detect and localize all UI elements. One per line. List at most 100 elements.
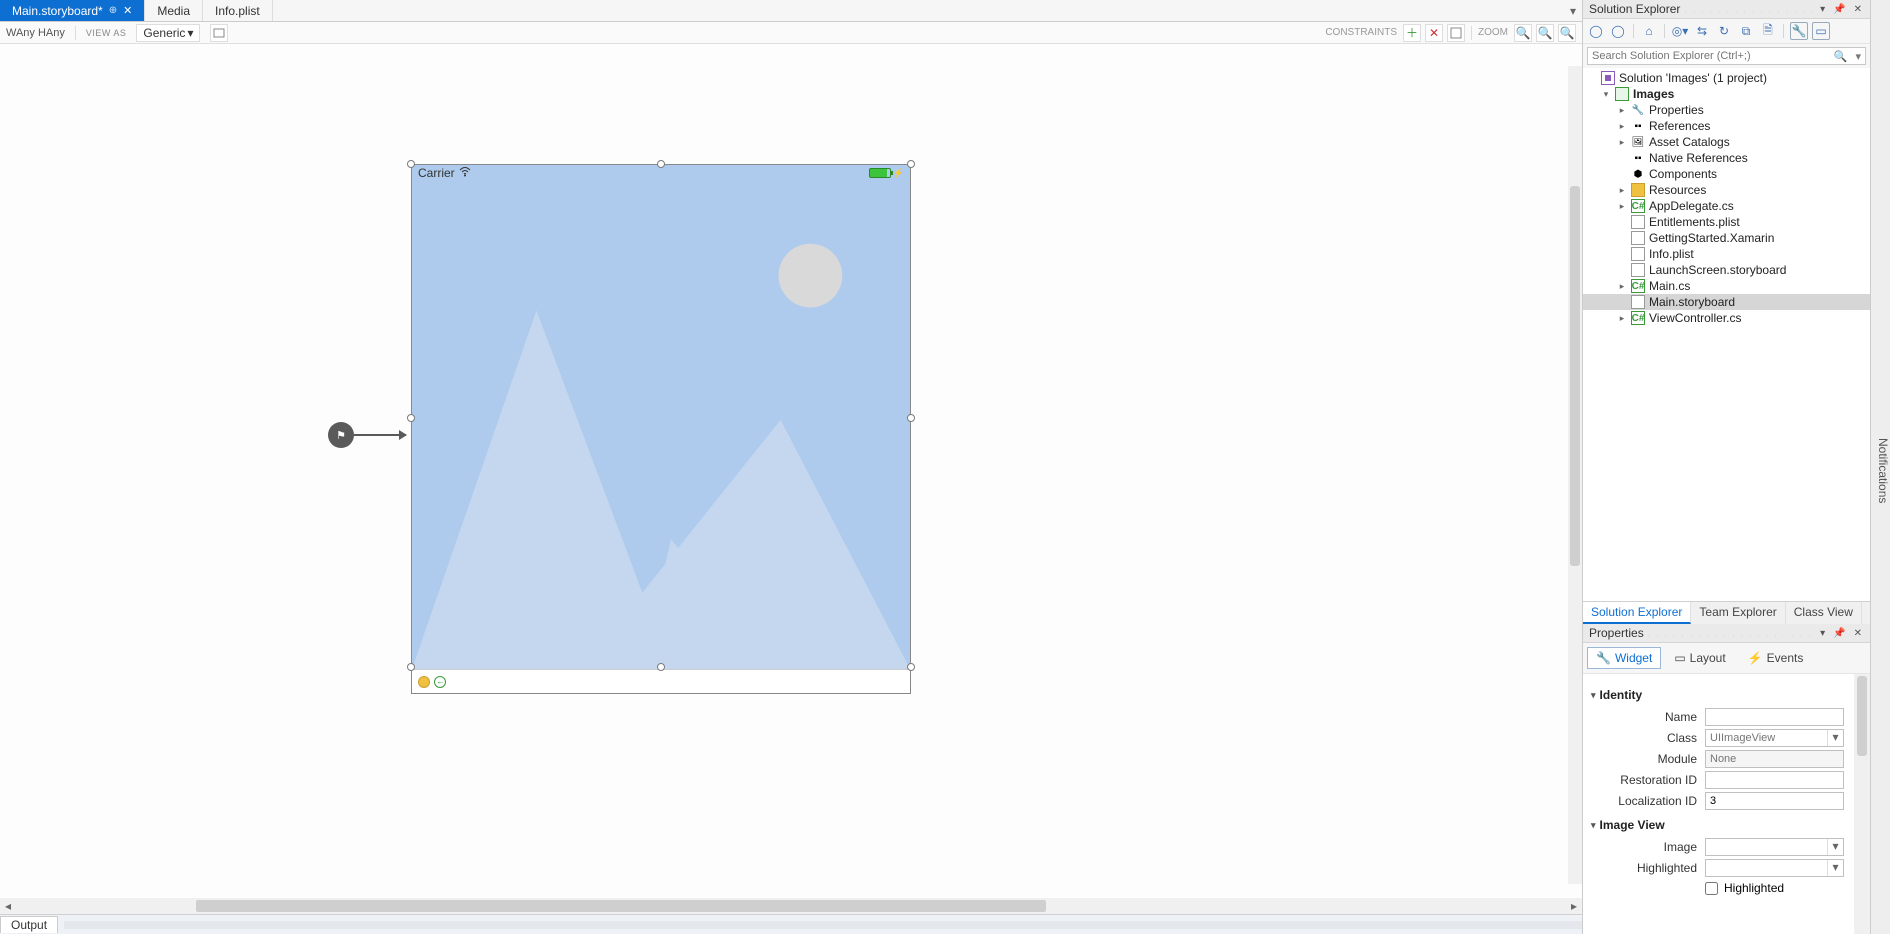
tree-item[interactable]: ▸🔧Properties bbox=[1583, 102, 1870, 118]
tree-item[interactable]: Solution 'Images' (1 project) bbox=[1583, 70, 1870, 86]
expander-icon[interactable]: ▸ bbox=[1617, 185, 1627, 196]
close-icon[interactable]: ✕ bbox=[123, 4, 132, 17]
sync-button[interactable]: ⇆ bbox=[1693, 22, 1711, 40]
tree-item[interactable]: ▸ViewController.cs bbox=[1583, 310, 1870, 326]
tab-team-explorer[interactable]: Team Explorer bbox=[1691, 602, 1785, 624]
forward-button[interactable]: ◯ bbox=[1609, 22, 1627, 40]
tree-item[interactable]: ⬢Components bbox=[1583, 166, 1870, 182]
add-constraint-button[interactable]: ＋ bbox=[1403, 24, 1421, 42]
view-as-dropdown[interactable]: Generic ▾ bbox=[136, 24, 200, 42]
output-tab[interactable]: Output bbox=[0, 916, 58, 933]
initial-view-controller-arrow[interactable]: ⚑ bbox=[328, 422, 406, 448]
tree-item[interactable]: ▸AppDelegate.cs bbox=[1583, 198, 1870, 214]
preview-button[interactable]: ▭ bbox=[1812, 22, 1830, 40]
tree-item-label: Info.plist bbox=[1649, 247, 1694, 261]
tabs-overflow-menu[interactable]: ▾ bbox=[1564, 0, 1582, 21]
pin-icon[interactable]: 📌 bbox=[1831, 628, 1847, 639]
search-dropdown-icon[interactable]: ▾ bbox=[1851, 50, 1865, 63]
canvas-vertical-scrollbar[interactable] bbox=[1568, 66, 1582, 884]
expander-icon[interactable]: ▾ bbox=[1601, 89, 1611, 100]
image-field[interactable] bbox=[1706, 839, 1827, 855]
tab-info-plist[interactable]: Info.plist bbox=[203, 0, 273, 21]
prop-label-module: Module bbox=[1597, 752, 1697, 766]
scope-button[interactable]: ◎▾ bbox=[1671, 22, 1689, 40]
size-class-label[interactable]: WAny HAny bbox=[6, 27, 65, 39]
canvas-horizontal-scrollbar[interactable]: ◂▸ bbox=[0, 898, 1582, 914]
properties-tab-widget[interactable]: 🔧 Widget bbox=[1587, 647, 1661, 669]
zoom-fit-button[interactable]: 🔍 bbox=[1536, 24, 1554, 42]
tree-item[interactable]: ▸Main.cs bbox=[1583, 278, 1870, 294]
expander-icon[interactable]: ▸ bbox=[1617, 137, 1627, 148]
name-field[interactable] bbox=[1705, 708, 1844, 726]
zoom-in-button[interactable]: 🔍 bbox=[1558, 24, 1576, 42]
properties-tab-events[interactable]: ⚡ Events bbox=[1739, 647, 1813, 669]
expander-icon[interactable]: ▸ bbox=[1617, 201, 1627, 212]
image-combo[interactable]: ▾ bbox=[1705, 838, 1844, 856]
highlighted-checkbox[interactable] bbox=[1705, 882, 1718, 895]
chevron-down-icon[interactable]: ▾ bbox=[1827, 860, 1843, 876]
show-all-files-button[interactable]: 🗎 bbox=[1759, 22, 1777, 40]
properties-vertical-scrollbar[interactable] bbox=[1854, 674, 1870, 934]
pin-icon[interactable]: 📌 bbox=[1831, 4, 1847, 15]
tree-item[interactable]: Info.plist bbox=[1583, 246, 1870, 262]
expander-icon[interactable]: ▸ bbox=[1617, 313, 1627, 324]
tree-item[interactable]: ▾Images bbox=[1583, 86, 1870, 102]
properties-button[interactable]: 🔧 bbox=[1790, 22, 1808, 40]
tab-media[interactable]: Media bbox=[145, 0, 203, 21]
search-input[interactable] bbox=[1588, 48, 1830, 64]
notifications-sidebar[interactable]: Notifications bbox=[1870, 0, 1890, 934]
tree-item[interactable]: Entitlements.plist bbox=[1583, 214, 1870, 230]
expander-icon[interactable]: ▸ bbox=[1617, 121, 1627, 132]
zoom-label: ZOOM bbox=[1478, 27, 1508, 38]
remove-constraint-button[interactable]: ✕ bbox=[1425, 24, 1443, 42]
properties-tab-layout[interactable]: ▭ Layout bbox=[1665, 647, 1734, 669]
tree-item[interactable]: ▸🖼Asset Catalogs bbox=[1583, 134, 1870, 150]
tree-item-label: Properties bbox=[1649, 103, 1704, 117]
tab-class-view[interactable]: Class View bbox=[1786, 602, 1862, 624]
class-field[interactable] bbox=[1706, 730, 1827, 746]
home-button[interactable]: ⌂ bbox=[1640, 22, 1658, 40]
localization-id-field[interactable] bbox=[1705, 792, 1844, 810]
uiimageview-placeholder[interactable] bbox=[412, 181, 910, 669]
prop-label-name: Name bbox=[1597, 710, 1697, 724]
tree-item[interactable]: ▸▪▪References bbox=[1583, 118, 1870, 134]
wrench-icon: 🔧 bbox=[1596, 651, 1611, 665]
tab-solution-explorer[interactable]: Solution Explorer bbox=[1583, 602, 1691, 624]
panel-menu-icon[interactable]: ▾ bbox=[1818, 4, 1827, 15]
view-controller-scene[interactable]: Carrier ⚡ bbox=[411, 164, 911, 694]
tree-item[interactable]: Main.storyboard bbox=[1583, 294, 1870, 310]
caret-down-icon[interactable]: ▾ bbox=[1591, 690, 1596, 701]
tree-item[interactable]: ▪▪Native References bbox=[1583, 150, 1870, 166]
tree-item[interactable]: GettingStarted.Xamarin bbox=[1583, 230, 1870, 246]
module-field[interactable] bbox=[1705, 750, 1844, 768]
close-icon[interactable]: ✕ bbox=[1852, 4, 1864, 15]
view-controller-icon[interactable] bbox=[418, 676, 430, 688]
chevron-down-icon[interactable]: ▾ bbox=[1827, 730, 1843, 746]
zoom-out-button[interactable]: 🔍 bbox=[1514, 24, 1532, 42]
refresh-button[interactable]: ↻ bbox=[1715, 22, 1733, 40]
scene-dock[interactable] bbox=[412, 669, 910, 693]
tree-item[interactable]: LaunchScreen.storyboard bbox=[1583, 262, 1870, 278]
orientation-toggle[interactable] bbox=[210, 24, 228, 42]
tab-main-storyboard[interactable]: Main.storyboard* ⊕ ✕ bbox=[0, 0, 145, 21]
tab-label: Main.storyboard* bbox=[12, 4, 103, 18]
collapse-all-button[interactable]: ⧉ bbox=[1737, 22, 1755, 40]
expander-icon[interactable]: ▸ bbox=[1617, 281, 1627, 292]
exit-icon[interactable] bbox=[434, 676, 446, 688]
close-icon[interactable]: ✕ bbox=[1852, 628, 1864, 639]
expander-icon[interactable]: ▸ bbox=[1617, 105, 1627, 116]
pin-icon[interactable]: ⊕ bbox=[109, 5, 117, 16]
tree-item[interactable]: ▸Resources bbox=[1583, 182, 1870, 198]
restoration-id-field[interactable] bbox=[1705, 771, 1844, 789]
caret-down-icon[interactable]: ▾ bbox=[1591, 820, 1596, 831]
solution-tree[interactable]: Solution 'Images' (1 project)▾Images▸🔧Pr… bbox=[1583, 68, 1870, 601]
class-combo[interactable]: ▾ bbox=[1705, 729, 1844, 747]
properties-tab-strip: 🔧 Widget ▭ Layout ⚡ Events bbox=[1583, 643, 1870, 674]
highlighted-combo[interactable]: ▾ bbox=[1705, 859, 1844, 877]
highlighted-field[interactable] bbox=[1706, 860, 1827, 876]
panel-menu-icon[interactable]: ▾ bbox=[1818, 628, 1827, 639]
search-icon[interactable]: 🔍 bbox=[1830, 50, 1852, 63]
chevron-down-icon[interactable]: ▾ bbox=[1827, 839, 1843, 855]
update-frames-button[interactable] bbox=[1447, 24, 1465, 42]
back-button[interactable]: ◯ bbox=[1587, 22, 1605, 40]
